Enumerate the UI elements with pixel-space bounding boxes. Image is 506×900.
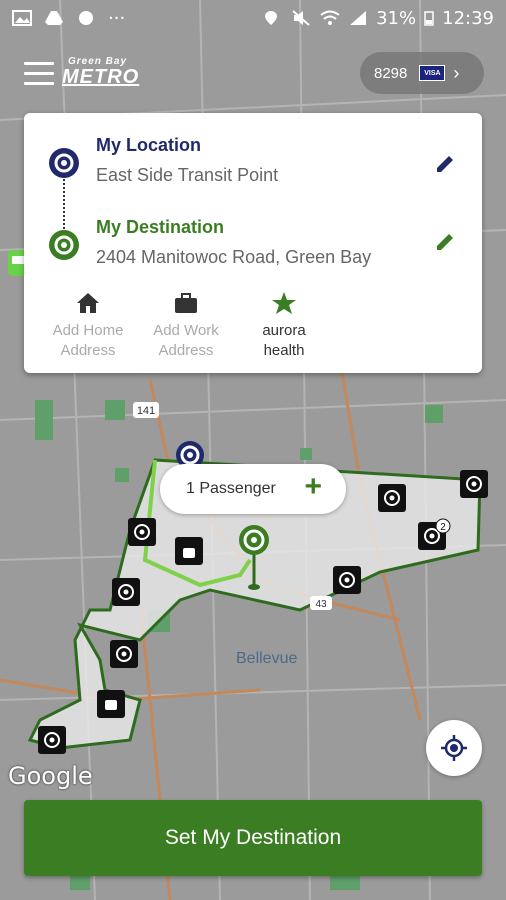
svg-text:43: 43 [315, 599, 327, 610]
destination-marker-icon [49, 230, 79, 260]
location-icon [264, 10, 284, 26]
origin-row[interactable]: My Location East Side Transit Point [24, 135, 482, 195]
notification-dots: ··· [108, 7, 126, 29]
google-attribution: Google [8, 762, 93, 790]
crosshair-icon [441, 735, 467, 761]
destination-row[interactable]: My Destination 2404 Manitowoc Road, Gree… [24, 217, 482, 277]
my-location-button[interactable] [426, 720, 482, 776]
add-work-shortcut[interactable]: Add Work Address [136, 291, 236, 361]
origin-title: My Location [96, 135, 202, 155]
svg-text:141: 141 [137, 405, 155, 417]
edit-destination-icon[interactable] [434, 231, 456, 253]
menu-icon[interactable] [24, 62, 54, 86]
shortcuts-row: Add Home Address Add Work Address aurora he… [24, 291, 482, 371]
star-icon [272, 292, 296, 314]
wifi-icon [320, 10, 340, 26]
battery-percent: 31% [376, 7, 417, 29]
visa-card-icon: VISA [419, 65, 446, 81]
gallery-icon [12, 10, 32, 26]
card-last4: 8298 [374, 64, 408, 82]
edit-origin-icon[interactable] [434, 153, 456, 175]
destination-address: 2404 Manitowoc Road, Green Bay [96, 247, 372, 267]
add-home-shortcut[interactable]: Add Home Address [38, 291, 138, 361]
home-icon [77, 293, 99, 313]
mute-icon [292, 10, 312, 26]
passenger-count: 1 Passenger [186, 480, 276, 497]
clock: 12:39 [442, 7, 494, 29]
smiley-icon [76, 10, 96, 26]
add-passenger-icon[interactable]: + [304, 472, 322, 502]
top-bar: Green Bay METRO 8298 VISA › [0, 50, 506, 98]
map-place-label: Bellevue [236, 650, 298, 667]
battery-icon [424, 10, 434, 26]
svg-text:2: 2 [440, 522, 446, 533]
favorite-aurora-health[interactable]: aurora health [234, 291, 334, 361]
drive-icon [44, 10, 64, 26]
briefcase-icon [175, 293, 197, 313]
origin-address: East Side Transit Point [96, 165, 279, 185]
chevron-right-icon: › [453, 62, 460, 83]
route-card: My Location East Side Transit Point My D… [24, 113, 482, 373]
origin-marker-icon [49, 148, 79, 178]
status-bar: ··· 31% 12:39 [0, 0, 506, 36]
destination-title: My Destination [96, 217, 225, 237]
app-logo: Green Bay METRO [62, 56, 140, 88]
passenger-selector[interactable]: 1 Passenger + [160, 464, 346, 514]
set-destination-button[interactable]: Set My Destination [24, 800, 482, 876]
payment-card-button[interactable]: 8298 VISA › [360, 52, 484, 94]
signal-icon [348, 10, 368, 26]
